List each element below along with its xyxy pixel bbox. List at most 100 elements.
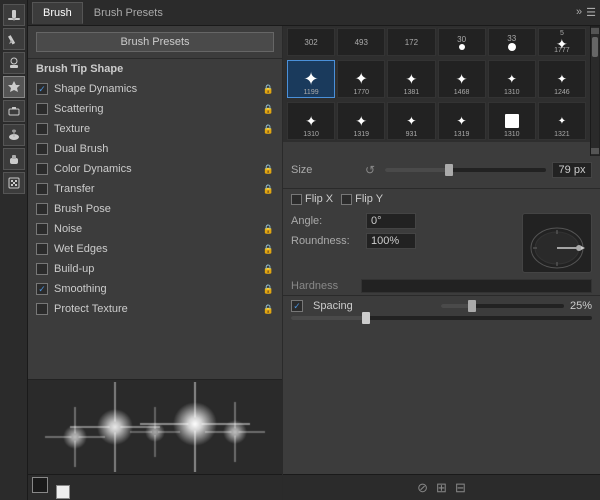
brush-cell[interactable]: ✦ 1468 — [438, 60, 486, 98]
brush-cell[interactable]: 302 — [287, 28, 335, 56]
left-bottom-bar — [28, 474, 282, 500]
lock-noise: 🔒 — [263, 224, 274, 235]
brush-cell[interactable]: ✦ 1310 — [287, 102, 335, 140]
brush-cell[interactable]: 5 1777 ✦ — [538, 28, 586, 56]
tool-eraser[interactable] — [3, 100, 25, 122]
flip-y-checkbox[interactable] — [341, 194, 352, 205]
tool-active[interactable] — [3, 76, 25, 98]
bottom-btn-2[interactable]: ⊞ — [436, 480, 447, 496]
roundness-input[interactable] — [366, 233, 416, 249]
checkbox-transfer[interactable] — [36, 183, 48, 195]
brush-options-list: Shape Dynamics 🔒 Scattering 🔒 Texture 🔒 — [28, 79, 282, 379]
toolbox — [0, 0, 28, 500]
checkbox-smoothing[interactable] — [36, 283, 48, 295]
option-texture[interactable]: Texture 🔒 — [28, 119, 282, 139]
background-swatch[interactable] — [56, 485, 70, 499]
brush-cell-selected[interactable]: ✦ 1199 — [287, 60, 335, 98]
checkbox-color-dynamics[interactable] — [36, 163, 48, 175]
angle-roundness-row: Angle: Roundness: — [283, 209, 600, 277]
brush-grid-row1: ✦ 1199 ✦ 1770 ✦ 1381 — [283, 58, 590, 100]
option-brush-pose[interactable]: Brush Pose — [28, 199, 282, 219]
flip-x-btn[interactable]: Flip X — [291, 193, 333, 205]
flip-x-checkbox[interactable] — [291, 194, 302, 205]
brush-grid-scrollbar[interactable] — [590, 26, 600, 156]
expand-icon[interactable]: » — [576, 6, 582, 19]
checkbox-dual-brush[interactable] — [36, 143, 48, 155]
brush-cell[interactable]: ✦ 1319 — [438, 102, 486, 140]
label-color-dynamics: Color Dynamics — [54, 163, 263, 175]
label-smoothing: Smoothing — [54, 283, 263, 295]
brush-cell[interactable]: ✦ 1381 — [387, 60, 435, 98]
option-build-up[interactable]: Build-up 🔒 — [28, 259, 282, 279]
option-dual-brush[interactable]: Dual Brush — [28, 139, 282, 159]
checkbox-protect-texture[interactable] — [36, 303, 48, 315]
checkbox-build-up[interactable] — [36, 263, 48, 275]
menu-icon[interactable]: ☰ — [586, 6, 596, 19]
tab-brush-presets[interactable]: Brush Presets — [83, 2, 174, 24]
option-shape-dynamics[interactable]: Shape Dynamics 🔒 — [28, 79, 282, 99]
tab-brush[interactable]: Brush — [32, 2, 83, 24]
right-panel: 302 493 172 30 — [283, 26, 600, 500]
label-protect-texture: Protect Texture — [54, 303, 263, 315]
checkbox-texture[interactable] — [36, 123, 48, 135]
foreground-swatch[interactable] — [32, 477, 48, 493]
size-row: Size ↺ 79 px — [291, 160, 592, 180]
hardness-bar[interactable] — [361, 279, 592, 293]
size-reset-icon[interactable]: ↺ — [365, 163, 375, 177]
tab-icons: » ☰ — [576, 6, 596, 19]
brush-presets-button[interactable]: Brush Presets — [36, 32, 274, 52]
label-shape-dynamics: Shape Dynamics — [54, 83, 263, 95]
content-row: Brush Presets Brush Tip Shape Shape Dyna… — [28, 26, 600, 500]
scrollbar-thumb[interactable] — [592, 37, 598, 57]
spacing-sub-slider[interactable] — [291, 316, 592, 320]
checkbox-noise[interactable] — [36, 223, 48, 235]
tool-brush[interactable] — [3, 4, 25, 26]
tool-stamp[interactable] — [3, 52, 25, 74]
brush-cell[interactable]: 33 — [488, 28, 536, 56]
brush-cell[interactable]: ✦ 1319 — [337, 102, 385, 140]
brush-cell[interactable]: 1310 — [488, 102, 536, 140]
lock-wet-edges: 🔒 — [263, 244, 274, 255]
color-swatches[interactable] — [32, 477, 70, 499]
flip-y-btn[interactable]: Flip Y — [341, 193, 383, 205]
flip-y-label: Flip Y — [355, 193, 383, 205]
option-smoothing[interactable]: Smoothing 🔒 — [28, 279, 282, 299]
brush-cell[interactable]: ✦ 1310 — [488, 60, 536, 98]
tool-sponge[interactable] — [3, 148, 25, 170]
brush-cell[interactable]: 493 — [337, 28, 385, 56]
brush-cell[interactable]: ✦ 1246 — [538, 60, 586, 98]
size-slider[interactable] — [385, 168, 546, 172]
brush-cell[interactable]: 30 — [438, 28, 486, 56]
option-scattering[interactable]: Scattering 🔒 — [28, 99, 282, 119]
brush-cell[interactable]: ✦ 1770 — [337, 60, 385, 98]
hardness-row: Hardness — [283, 277, 600, 295]
option-noise[interactable]: Noise 🔒 — [28, 219, 282, 239]
ar-controls: Angle: Roundness: — [291, 213, 514, 273]
tool-pencil[interactable] — [3, 28, 25, 50]
brush-cell[interactable]: ✦ 1321 — [538, 102, 586, 140]
label-build-up: Build-up — [54, 263, 263, 275]
option-protect-texture[interactable]: Protect Texture 🔒 — [28, 299, 282, 319]
bottom-btn-3[interactable]: ⊟ — [455, 480, 466, 496]
brush-cell[interactable]: 172 — [387, 28, 435, 56]
checkbox-brush-pose[interactable] — [36, 203, 48, 215]
spacing-slider[interactable] — [441, 304, 563, 308]
tool-blend[interactable] — [3, 124, 25, 146]
roundness-label: Roundness: — [291, 235, 366, 247]
tool-texture[interactable] — [3, 172, 25, 194]
panel-area: Brush Brush Presets » ☰ Brush Presets Br… — [28, 0, 600, 500]
size-value[interactable]: 79 px — [552, 162, 592, 178]
lock-build-up: 🔒 — [263, 264, 274, 275]
option-color-dynamics[interactable]: Color Dynamics 🔒 — [28, 159, 282, 179]
option-transfer[interactable]: Transfer 🔒 — [28, 179, 282, 199]
checkbox-wet-edges[interactable] — [36, 243, 48, 255]
brush-settings-panel: Brush Presets Brush Tip Shape Shape Dyna… — [28, 26, 283, 500]
checkbox-shape-dynamics[interactable] — [36, 83, 48, 95]
checkbox-scattering[interactable] — [36, 103, 48, 115]
bottom-btn-1[interactable]: ⊘ — [417, 480, 428, 496]
brush-preview — [28, 379, 282, 474]
angle-input[interactable] — [366, 213, 416, 229]
option-wet-edges[interactable]: Wet Edges 🔒 — [28, 239, 282, 259]
spacing-checkbox[interactable]: ✓ — [291, 300, 303, 312]
brush-cell[interactable]: ✦ 931 — [387, 102, 435, 140]
